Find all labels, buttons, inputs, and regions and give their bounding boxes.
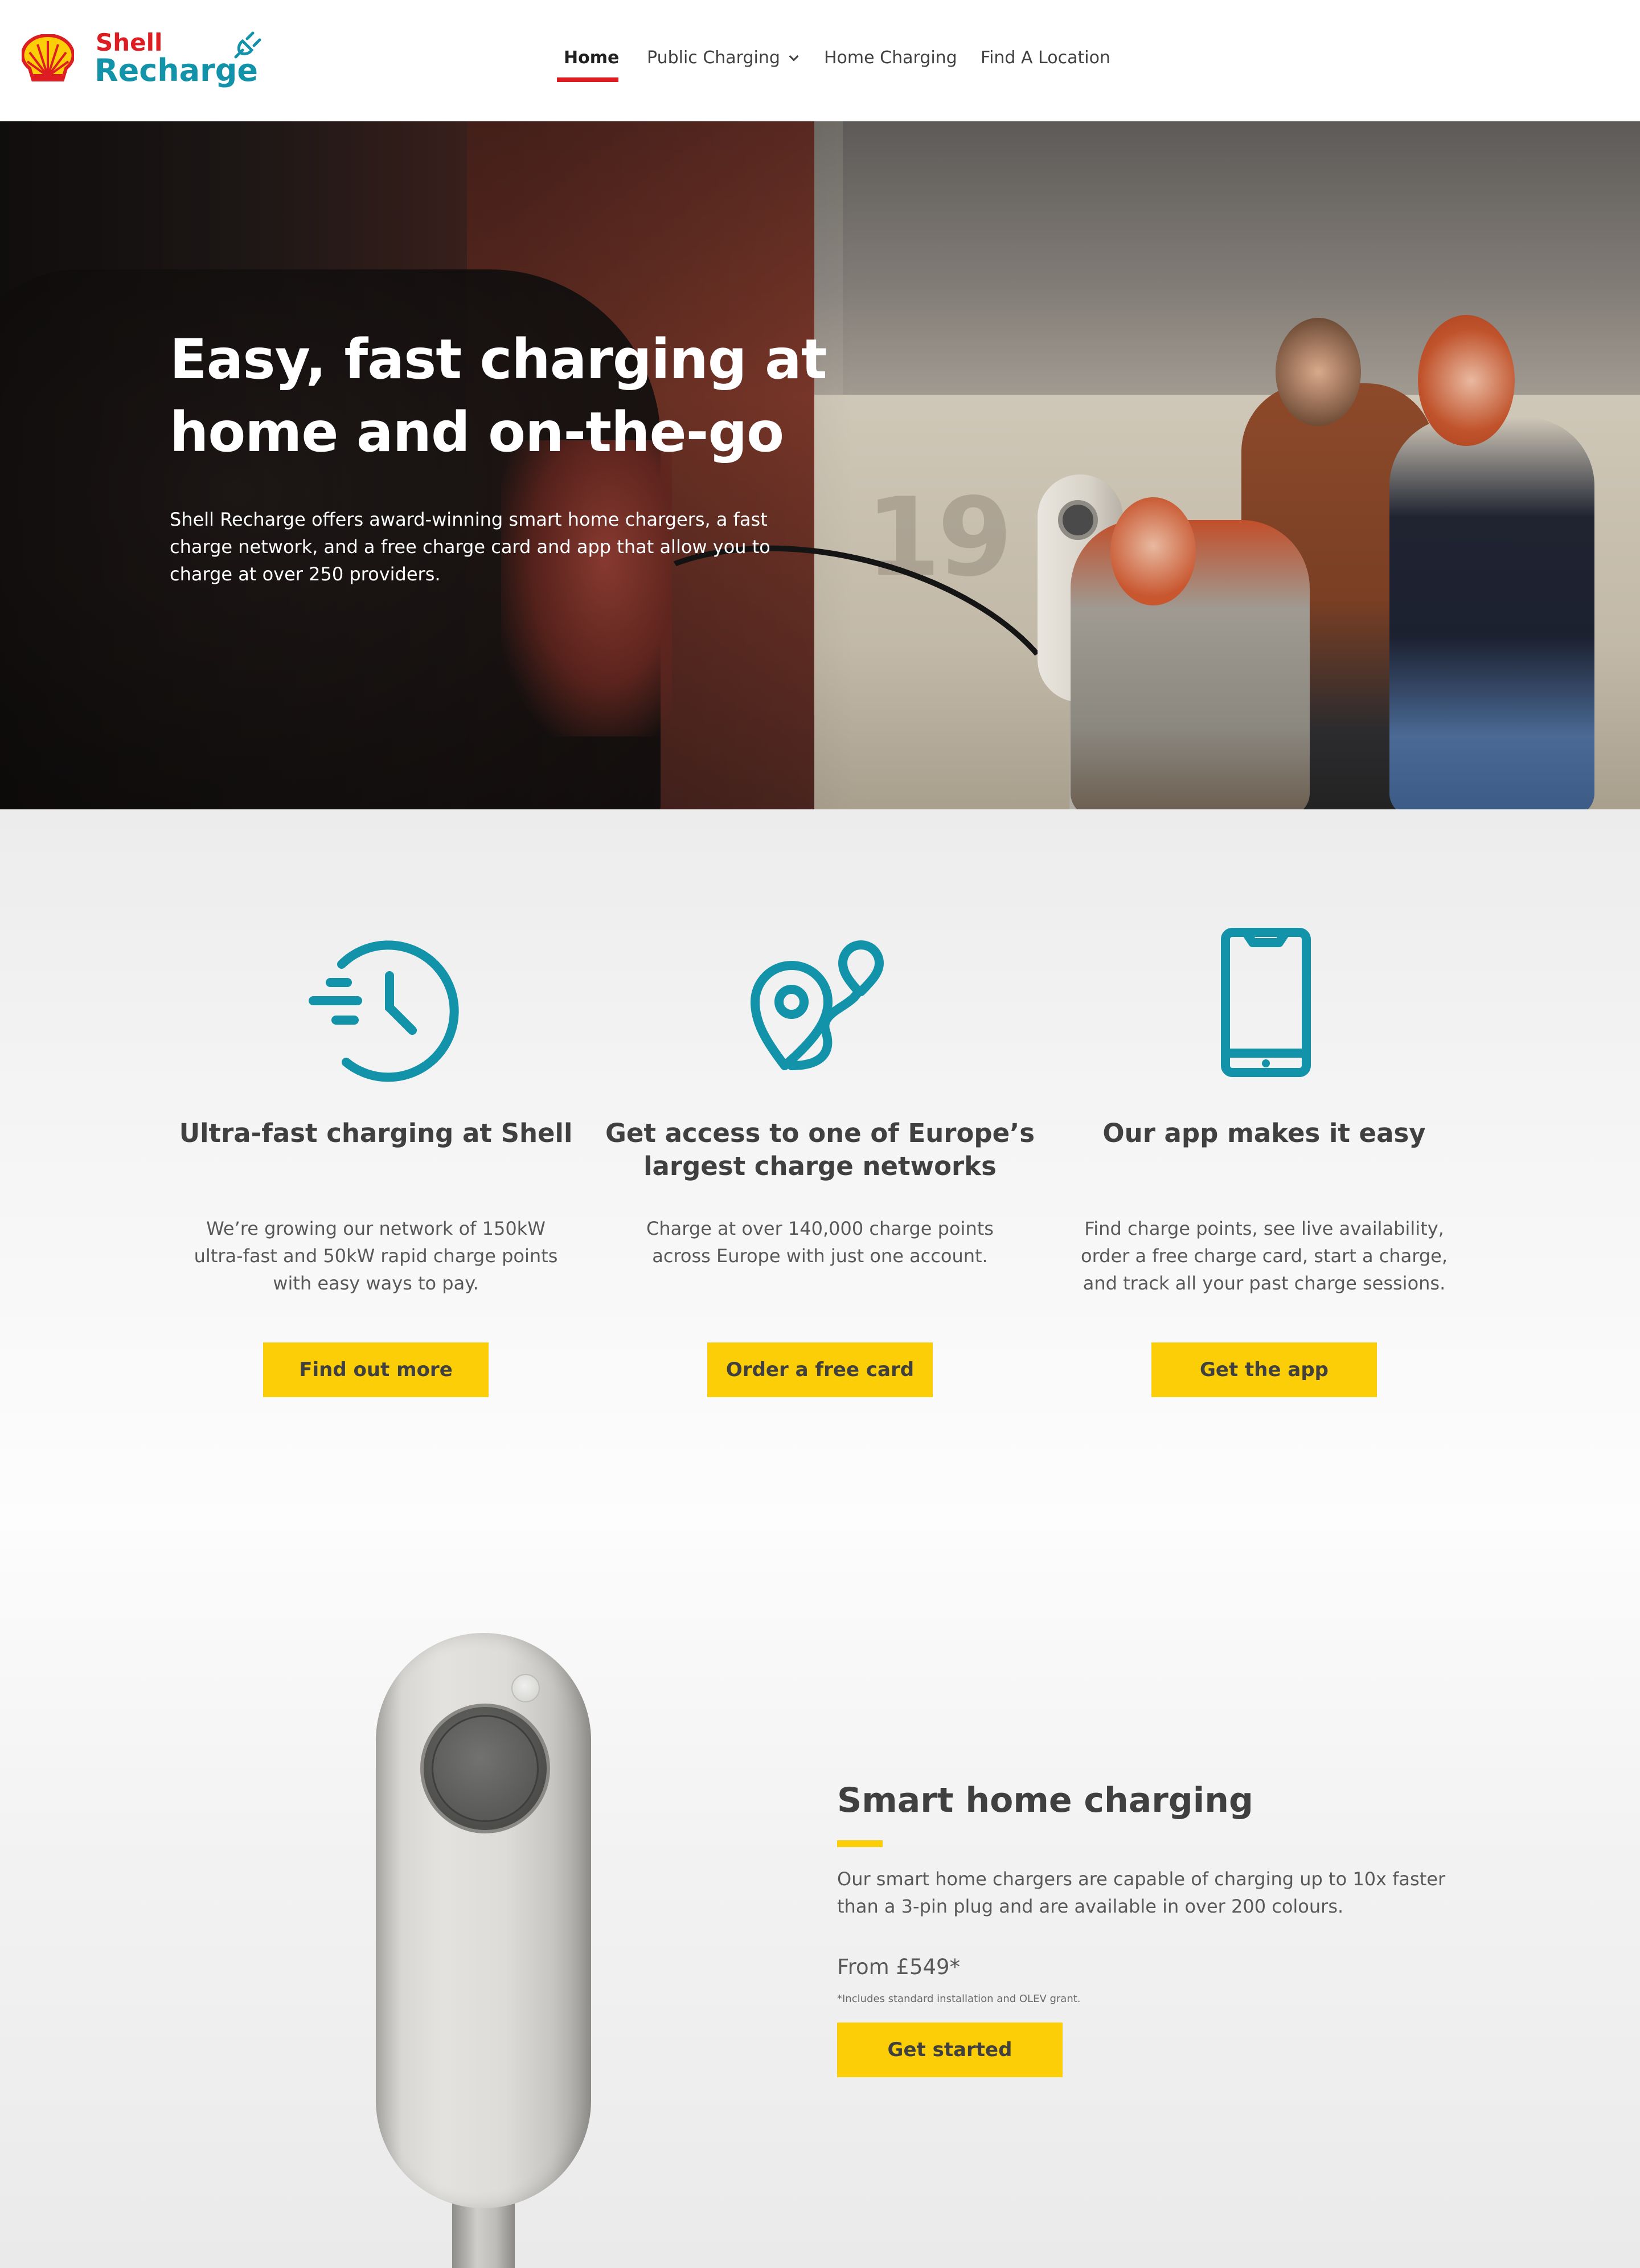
hero-banner: 19 Easy, fast charging at home and on-th… — [0, 121, 1640, 809]
nav-public-charging-label: Public Charging — [647, 48, 780, 68]
nav-home-charging[interactable]: Home Charging — [824, 48, 957, 68]
nav-public-charging[interactable]: Public Charging — [647, 48, 799, 68]
title-accent-bar — [837, 1840, 883, 1847]
features-section: Ultra-fast charging at Shell We’re growi… — [0, 809, 1640, 1527]
feature-text: We’re growing our network of 150kW ultra… — [194, 1218, 558, 1294]
site-header: Shell Recharge Home Public Charging Home… — [0, 0, 1640, 121]
chevron-down-icon — [789, 51, 799, 62]
feature-title: Ultra-fast charging at Shell — [179, 1118, 573, 1148]
smart-title: Smart home charging — [837, 1780, 1253, 1820]
map-route-pin-icon — [751, 940, 884, 1070]
main-nav: Home Public Charging Home Charging Find … — [0, 0, 1640, 121]
feature-networks: Get access to one of Europe’s largest ch… — [604, 809, 1036, 1436]
nav-active-indicator — [557, 77, 618, 82]
smart-description: Our smart home chargers are capable of c… — [837, 1868, 1446, 1917]
feature-app: Our app makes it easy Find charge points… — [1048, 809, 1481, 1436]
price-footnote: *Includes standard installation and OLEV… — [837, 1993, 1081, 2005]
feature-ultra-fast: Ultra-fast charging at Shell We’re growi… — [159, 809, 592, 1436]
clock-fast-icon — [309, 940, 459, 1082]
nav-find-location[interactable]: Find A Location — [981, 48, 1110, 68]
price-text: From £549* — [837, 1955, 961, 1979]
feature-text: Find charge points, see live availabilit… — [1081, 1218, 1448, 1294]
feature-text: Charge at over 140,000 charge points acr… — [646, 1218, 994, 1267]
get-the-app-button[interactable]: Get the app — [1151, 1342, 1377, 1397]
feature-title: Our app makes it easy — [1102, 1118, 1426, 1148]
smart-home-charging-section: Smart home charging Our smart home charg… — [0, 1527, 1640, 2268]
feature-title: Get access to one of Europe’s largest ch… — [605, 1118, 1035, 1181]
nav-home[interactable]: Home — [564, 48, 619, 68]
find-out-more-button[interactable]: Find out more — [263, 1342, 489, 1397]
hero-description: Shell Recharge offers award-winning smar… — [170, 509, 770, 585]
hero-title: Easy, fast charging at home and on-the-g… — [170, 327, 827, 464]
smartphone-icon — [1221, 928, 1311, 1077]
order-free-card-button[interactable]: Order a free card — [707, 1342, 933, 1397]
get-started-button[interactable]: Get started — [837, 2023, 1063, 2077]
